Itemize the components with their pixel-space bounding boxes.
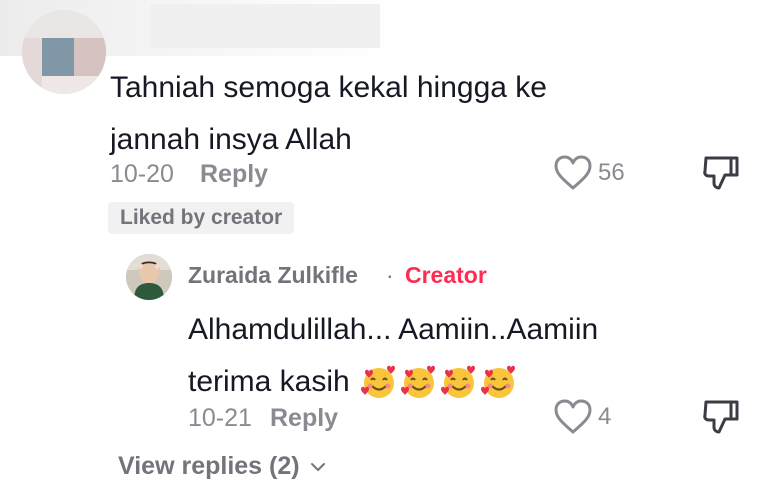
reply-dislike-button[interactable] (700, 398, 740, 438)
comment-like-button[interactable] (554, 155, 592, 191)
heart-icon (554, 155, 592, 190)
reply-text-line-2-text: terima kasih (188, 365, 350, 398)
commenter-avatar[interactable] (22, 10, 106, 94)
heart-icon (554, 399, 592, 434)
reply-author-name[interactable]: Zuraida Zulkifle (188, 262, 358, 289)
view-replies-label: View replies (2) (118, 452, 300, 480)
avatar-photo (126, 254, 172, 300)
reply-like-count: 4 (598, 403, 612, 430)
comment-date: 10-20 (110, 160, 174, 188)
reply-author-avatar[interactable] (126, 254, 172, 300)
reply-like-button[interactable] (554, 399, 592, 435)
comment-reply-button[interactable]: Reply (200, 160, 268, 189)
reply-reply-button[interactable]: Reply (270, 404, 338, 433)
chevron-down-icon (310, 462, 325, 471)
liked-by-creator-badge: Liked by creator (108, 202, 295, 234)
comment-text-line-2: jannah insya Allah (110, 123, 352, 156)
emoji-group (360, 363, 518, 401)
reply-text-line-1: Alhamdulillah... Aamiin..Aamiin (188, 313, 599, 346)
smiling-face-with-hearts-icon (360, 365, 395, 398)
comment-text-line-1: Tahniah semoga kekal hingga ke (110, 71, 547, 104)
comment-text: Tahniah semoga kekal hingga ke jannah in… (110, 62, 580, 166)
thumbs-down-icon (703, 156, 739, 190)
separator-dot: · (386, 262, 394, 288)
creator-label: Creator (405, 262, 487, 288)
view-replies-button[interactable]: View replies (2) (118, 452, 328, 481)
comment-dislike-button[interactable] (700, 154, 740, 194)
smiling-face-with-hearts-icon (440, 365, 475, 398)
reply-date: 10-21 (188, 404, 252, 432)
comment-like-count: 56 (598, 159, 625, 186)
smiling-face-with-hearts-icon (400, 365, 435, 398)
smiling-face-with-hearts-icon (480, 365, 515, 398)
reply-text: Alhamdulillah... Aamiin..Aamiin terima k… (188, 304, 628, 408)
thumbs-down-icon (703, 400, 739, 434)
blurred-block (150, 4, 380, 48)
